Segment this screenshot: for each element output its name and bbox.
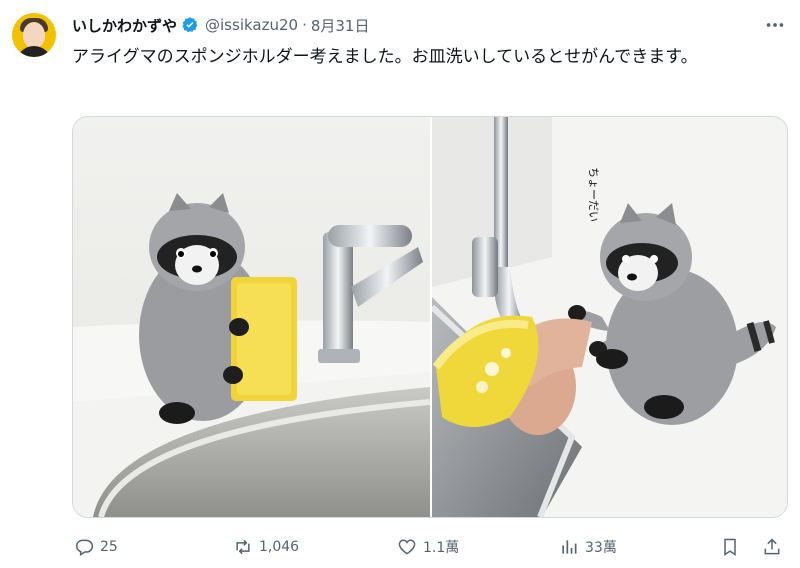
tweet-header: いしかわかずや @issikazu20 · 8月31日 — [72, 13, 369, 37]
action-bar: 25 1,046 1.1萬 33萬 — [72, 532, 790, 562]
share-button[interactable] — [762, 532, 788, 562]
share-icon — [764, 538, 780, 555]
reply-icon — [76, 539, 94, 556]
bookmark-button[interactable] — [720, 532, 746, 562]
retweet-count: 1,046 — [259, 539, 300, 555]
photo-caption: ちょーだい — [587, 167, 600, 222]
retweet-button[interactable]: 1,046 — [233, 532, 299, 562]
display-name[interactable]: いしかわかずや — [72, 15, 177, 36]
avatar[interactable] — [12, 13, 56, 57]
header-separator: · — [302, 16, 307, 34]
media-grid: ちょーだい — [72, 116, 788, 518]
post-date[interactable]: 8月31日 — [311, 15, 370, 36]
like-count: 1.1萬 — [423, 540, 460, 556]
like-icon — [398, 539, 416, 555]
views-button[interactable]: 33萬 — [559, 532, 617, 562]
photo-right[interactable]: ちょーだい — [432, 117, 787, 517]
bookmark-icon — [724, 538, 736, 556]
photo-left[interactable] — [73, 117, 430, 517]
reply-count: 25 — [100, 539, 118, 555]
retweet-icon — [236, 539, 250, 555]
tweet-text: アライグマのスポンジホルダー考えました。お皿洗いしているとせがんできます。 — [72, 47, 698, 67]
views-count: 33萬 — [585, 540, 617, 556]
more-icon[interactable] — [764, 14, 786, 36]
like-button[interactable]: 1.1萬 — [397, 532, 459, 562]
views-icon — [562, 540, 577, 554]
reply-button[interactable]: 25 — [74, 532, 118, 562]
verified-badge-icon — [182, 17, 198, 33]
user-handle[interactable]: @issikazu20 — [205, 16, 298, 34]
